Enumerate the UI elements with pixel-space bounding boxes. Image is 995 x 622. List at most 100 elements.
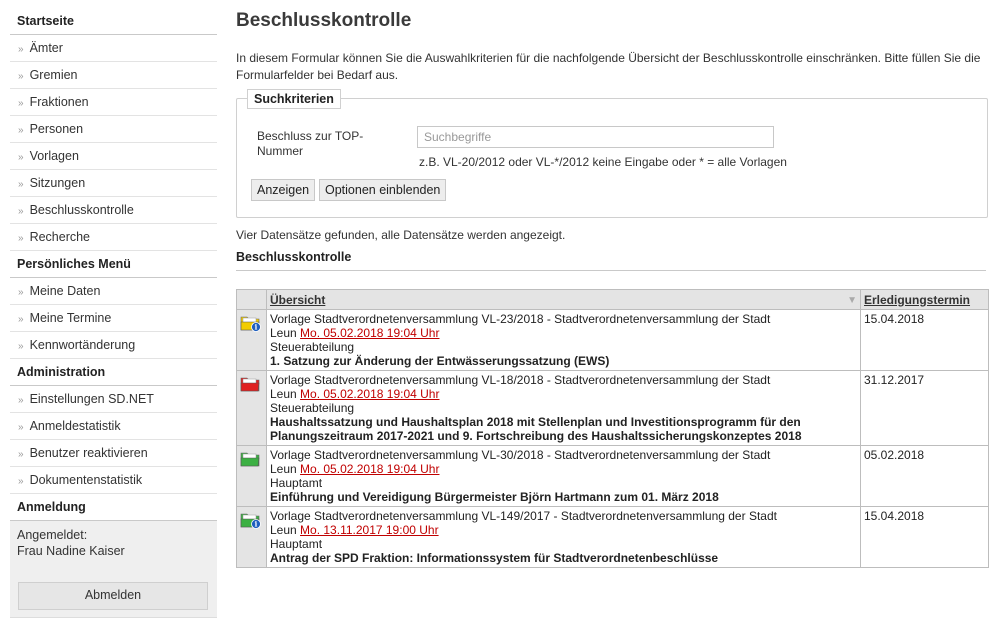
search-input[interactable]: [417, 126, 774, 148]
logout-button[interactable]: Abmelden: [18, 582, 208, 610]
chevron-right-icon: »: [18, 152, 24, 163]
logged-in-user: Frau Nadine Kaiser: [17, 544, 125, 558]
results-count-text: Vier Datensätze gefunden, alle Datensätz…: [236, 228, 566, 242]
sidebar-sections: Startseite » Ämter » Gremien » Fraktionen » Pers…: [10, 8, 217, 521]
logged-in-label: Angemeldet:: [17, 528, 88, 542]
sidebar-item-label: Meine Daten: [29, 284, 101, 298]
results-table-wrapper: Übersicht ▼ Erledigungstermin i Vorlage St…: [236, 289, 989, 568]
top-number-label: Beschluss zur TOP-Nummer: [257, 129, 364, 158]
department-text: Steuerabteilung: [270, 340, 355, 354]
meeting-date-link[interactable]: Mo. 13.11.2017 19:00 Uhr: [300, 523, 439, 537]
overview-cell: Vorlage Stadtverordnetenversammlung VL-1…: [266, 506, 861, 568]
folder-yellow-info-icon: i: [240, 314, 262, 332]
sidebar-section-2: Administration: [10, 359, 217, 386]
topic-title: Einführung und Vereidigung Bürgermeister…: [270, 490, 719, 504]
sidebar-item-0-4[interactable]: » Vorlagen: [10, 143, 217, 170]
meeting-date-link[interactable]: Mo. 05.02.2018 19:04 Uhr: [300, 326, 439, 340]
sidebar: Startseite » Ämter » Gremien » Fraktionen » Pers…: [10, 8, 217, 618]
location-text: Leun: [270, 523, 297, 537]
sidebar-item-label: Fraktionen: [29, 95, 89, 109]
meeting-line: Leun Mo. 05.02.2018 19:04 Uhr: [270, 326, 857, 340]
due-date-cell: 05.02.2018: [860, 445, 989, 507]
overview-header-label: Übersicht: [270, 292, 326, 307]
sidebar-section-1: Persönliches Menü: [10, 251, 217, 278]
meeting-date-link[interactable]: Mo. 05.02.2018 19:04 Uhr: [300, 462, 439, 476]
meeting-line: Leun Mo. 05.02.2018 19:04 Uhr: [270, 387, 857, 401]
overview-cell: Vorlage Stadtverordnetenversammlung VL-3…: [266, 445, 861, 507]
sidebar-item-label: Meine Termine: [29, 311, 112, 325]
folder-red-icon: [240, 375, 262, 392]
results-section-title: Beschlusskontrolle: [236, 250, 986, 271]
sidebar-item-0-1[interactable]: » Gremien: [10, 62, 217, 89]
sidebar-item-1-2[interactable]: » Kennwortänderung: [10, 332, 217, 359]
sidebar-item-2-0[interactable]: » Einstellungen SD.NET: [10, 386, 217, 413]
submission-title: Vorlage Stadtverordnetenversammlung VL-3…: [270, 448, 771, 462]
chevron-right-icon: »: [18, 179, 24, 190]
submission-title: Vorlage Stadtverordnetenversammlung VL-1…: [270, 373, 771, 387]
sidebar-item-label: Recherche: [29, 230, 91, 244]
sidebar-item-label: Dokumentenstatistik: [29, 473, 143, 487]
location-text: Leun: [270, 387, 297, 401]
meeting-date-link[interactable]: Mo. 05.02.2018 19:04 Uhr: [300, 387, 439, 401]
sidebar-item-0-7[interactable]: » Recherche: [10, 224, 217, 251]
sidebar-item-label: Anmeldestatistik: [29, 419, 121, 433]
due-date-cell: 31.12.2017: [860, 370, 989, 446]
overview-cell: Vorlage Stadtverordnetenversammlung VL-2…: [266, 309, 861, 371]
results-table: Übersicht ▼ Erledigungstermin i Vorlage St…: [236, 289, 989, 568]
folder-green-icon: [240, 450, 262, 467]
status-icon-cell: i: [236, 506, 267, 568]
table-row[interactable]: Vorlage Stadtverordnetenversammlung VL-1…: [236, 370, 989, 446]
sidebar-section-3[interactable]: Anmeldung: [10, 494, 217, 521]
sidebar-item-0-3[interactable]: » Personen: [10, 116, 217, 143]
chevron-right-icon: »: [18, 98, 24, 109]
department-text: Hauptamt: [270, 537, 323, 551]
location-text: Leun: [270, 326, 297, 340]
table-row[interactable]: i Vorlage Stadtverordnetenversammlung VL-…: [236, 506, 989, 568]
sidebar-item-label: Ämter: [29, 41, 63, 55]
login-box: Angemeldet: Frau Nadine Kaiser Abmelden: [10, 521, 217, 618]
table-row[interactable]: i Vorlage Stadtverordnetenversammlung VL-…: [236, 309, 989, 371]
sidebar-item-0-6[interactable]: » Beschlusskontrolle: [10, 197, 217, 224]
page-title: Beschlusskontrolle: [236, 10, 412, 31]
status-icon-cell: i: [236, 309, 267, 371]
sidebar-item-label: Einstellungen SD.NET: [29, 392, 154, 406]
chevron-right-icon: »: [18, 233, 24, 244]
meeting-line: Leun Mo. 05.02.2018 19:04 Uhr: [270, 462, 857, 476]
sidebar-item-0-5[interactable]: » Sitzungen: [10, 170, 217, 197]
sidebar-item-2-2[interactable]: » Benutzer reaktivieren: [10, 440, 217, 467]
sidebar-item-2-3[interactable]: » Dokumentenstatistik: [10, 467, 217, 494]
sidebar-item-label: Benutzer reaktivieren: [29, 446, 148, 460]
show-button[interactable]: Anzeigen: [251, 179, 316, 201]
topic-title: 1. Satzung zur Änderung der Entwässerung…: [270, 354, 610, 368]
status-icon-cell: [236, 445, 267, 507]
overview-cell: Vorlage Stadtverordnetenversammlung VL-1…: [266, 370, 861, 446]
main-content: Beschlusskontrolle In diesem Formular kö…: [236, 8, 989, 568]
overview-column-header[interactable]: Übersicht ▼: [266, 289, 861, 310]
folder-green-info-icon: i: [240, 511, 262, 529]
chevron-right-icon: »: [18, 206, 24, 217]
sidebar-item-1-0[interactable]: » Meine Daten: [10, 278, 217, 305]
search-criteria-fieldset: Suchkriterien Beschluss zur TOP-Nummer z…: [236, 89, 988, 218]
sidebar-item-1-1[interactable]: » Meine Termine: [10, 305, 217, 332]
results-table-body: i Vorlage Stadtverordnetenversammlung VL-…: [236, 309, 989, 568]
sidebar-item-0-0[interactable]: » Ämter: [10, 35, 217, 62]
chevron-right-icon: »: [18, 341, 24, 352]
sidebar-item-2-1[interactable]: » Anmeldestatistik: [10, 413, 217, 440]
sidebar-item-label: Gremien: [29, 68, 78, 82]
sidebar-item-0-2[interactable]: » Fraktionen: [10, 89, 217, 116]
svg-text:i: i: [255, 520, 258, 529]
topic-title: Antrag der SPD Fraktion: Informationssys…: [270, 551, 719, 565]
department-text: Steuerabteilung: [270, 401, 355, 415]
sidebar-item-label: Vorlagen: [29, 149, 79, 163]
chevron-right-icon: »: [18, 395, 24, 406]
show-options-button[interactable]: Optionen einblenden: [319, 179, 447, 201]
location-text: Leun: [270, 462, 297, 476]
chevron-right-icon: »: [18, 314, 24, 325]
chevron-right-icon: »: [18, 476, 24, 487]
due-date-column-header[interactable]: Erledigungstermin: [860, 289, 989, 310]
chevron-right-icon: »: [18, 287, 24, 298]
table-row[interactable]: Vorlage Stadtverordnetenversammlung VL-3…: [236, 445, 989, 507]
topic-title: Haushaltssatzung und Haushaltsplan 2018 …: [270, 415, 802, 443]
sidebar-section-0[interactable]: Startseite: [10, 8, 217, 35]
submission-title: Vorlage Stadtverordnetenversammlung VL-1…: [270, 509, 777, 523]
